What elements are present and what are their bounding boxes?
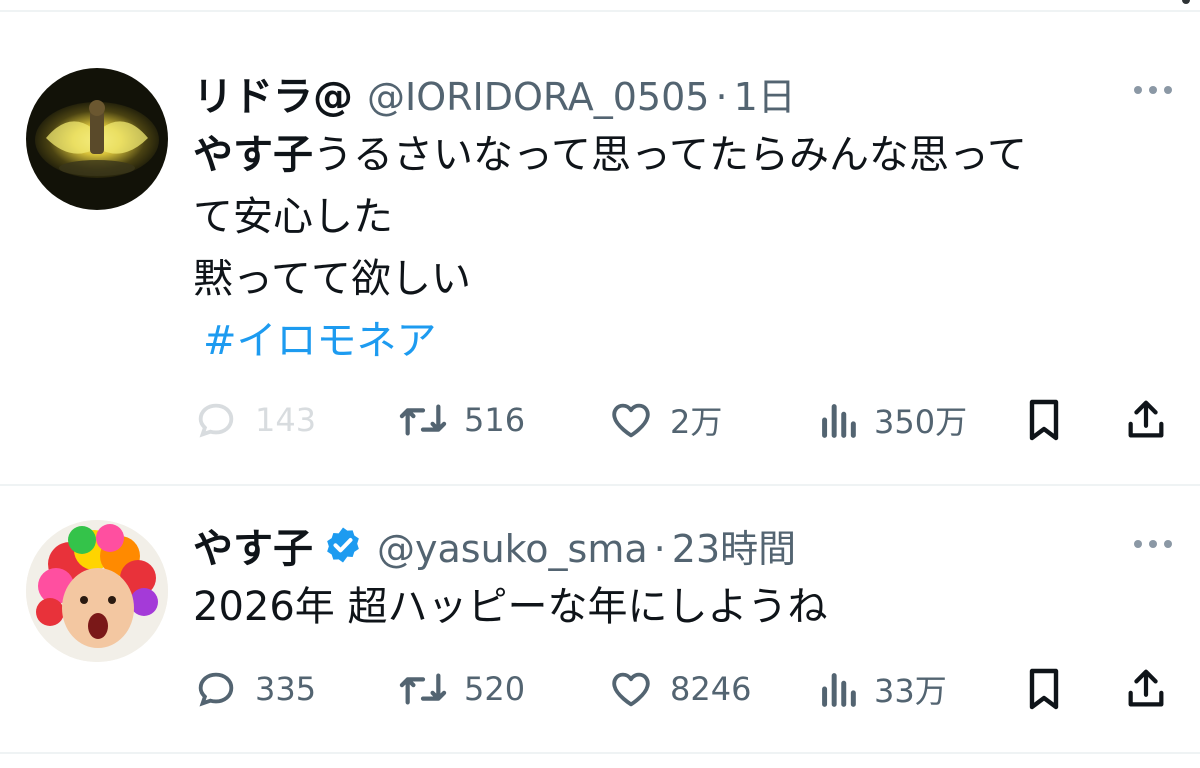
reply-count: 143: [255, 401, 317, 439]
views-count: 33万: [874, 672, 947, 710]
tweet-header: リドラ@ @IORIDORA_0505 · 1日: [193, 64, 796, 122]
avatar-yasuko[interactable]: [26, 520, 168, 662]
like-count: 2万: [670, 403, 723, 441]
timestamp[interactable]: 1日: [734, 66, 796, 121]
avatar-ridora[interactable]: [26, 68, 168, 210]
retweet-button[interactable]: 516: [398, 395, 525, 445]
share-button[interactable]: [1123, 395, 1169, 445]
reply-button[interactable]: 335: [193, 664, 316, 714]
bookmark-icon: [1029, 668, 1059, 710]
tweet-text-bold: やす子: [193, 132, 313, 178]
separator-dot: ·: [653, 527, 666, 571]
separator-dot: ·: [715, 75, 728, 119]
tweet-text: 2026年 超ハッピーな年にしようね: [193, 576, 1153, 638]
share-upload-icon: [1128, 400, 1164, 438]
divider-middle: [0, 484, 1200, 486]
reply-count: 335: [255, 670, 317, 708]
user-handle[interactable]: @IORIDORA_0505: [367, 75, 709, 119]
display-name[interactable]: やす子: [193, 516, 313, 574]
divider-top: [0, 10, 1200, 12]
retweet-count: 520: [464, 670, 526, 708]
bar-chart-icon: [822, 673, 856, 707]
bookmark-button[interactable]: [1023, 664, 1065, 714]
display-name[interactable]: リドラ@: [193, 64, 353, 122]
more-dots-icon[interactable]: [1134, 540, 1172, 548]
retweet-count: 516: [464, 401, 526, 439]
like-count: 8246: [670, 670, 752, 708]
like-button[interactable]: 8246: [608, 664, 751, 714]
tweet-text-line2: て安心した: [193, 194, 393, 240]
user-handle[interactable]: @yasuko_sma: [377, 527, 648, 571]
bookmark-button[interactable]: [1023, 395, 1065, 445]
bookmark-icon: [1029, 399, 1059, 441]
heart-icon: [612, 672, 650, 707]
tweet-actions: 335 520 8246 33万: [193, 664, 1173, 714]
heart-icon: [612, 403, 650, 438]
share-button[interactable]: [1123, 664, 1169, 714]
retweet-button[interactable]: 520: [398, 664, 525, 714]
views-button[interactable]: 33万: [818, 664, 947, 714]
hashtag-link[interactable]: #イロモネア: [203, 310, 1153, 372]
bar-chart-icon: [822, 404, 856, 438]
speech-bubble-icon: [198, 403, 234, 438]
tweet-header: やす子 @yasuko_sma · 23時間: [193, 516, 796, 574]
timestamp[interactable]: 23時間: [672, 518, 796, 573]
retweet-arrows-icon: [399, 404, 447, 436]
reply-button[interactable]: 143: [193, 395, 316, 445]
verified-badge-icon: [327, 527, 359, 563]
tweet-text-line3: 黙ってて欲しい: [193, 256, 471, 302]
share-upload-icon: [1128, 669, 1164, 707]
scrollbar-indicator: [1182, 0, 1190, 4]
like-button[interactable]: 2万: [608, 395, 722, 445]
divider-bottom: [0, 752, 1200, 754]
retweet-arrows-icon: [399, 673, 447, 705]
views-button[interactable]: 350万: [818, 395, 967, 445]
tweet-text: やす子うるさいなって思ってたらみんな思って て安心した 黙ってて欲しい #イロモネ…: [193, 124, 1153, 372]
tweet-text-line1: 2026年 超ハッピーな年にしようね: [193, 584, 828, 630]
tweet-actions: 143 516 2万 350万: [193, 395, 1173, 445]
more-dots-icon[interactable]: [1134, 86, 1172, 94]
tweet-text-line1: うるさいなって思ってたらみんな思って: [313, 132, 1027, 178]
speech-bubble-icon: [198, 672, 234, 707]
views-count: 350万: [874, 403, 968, 441]
